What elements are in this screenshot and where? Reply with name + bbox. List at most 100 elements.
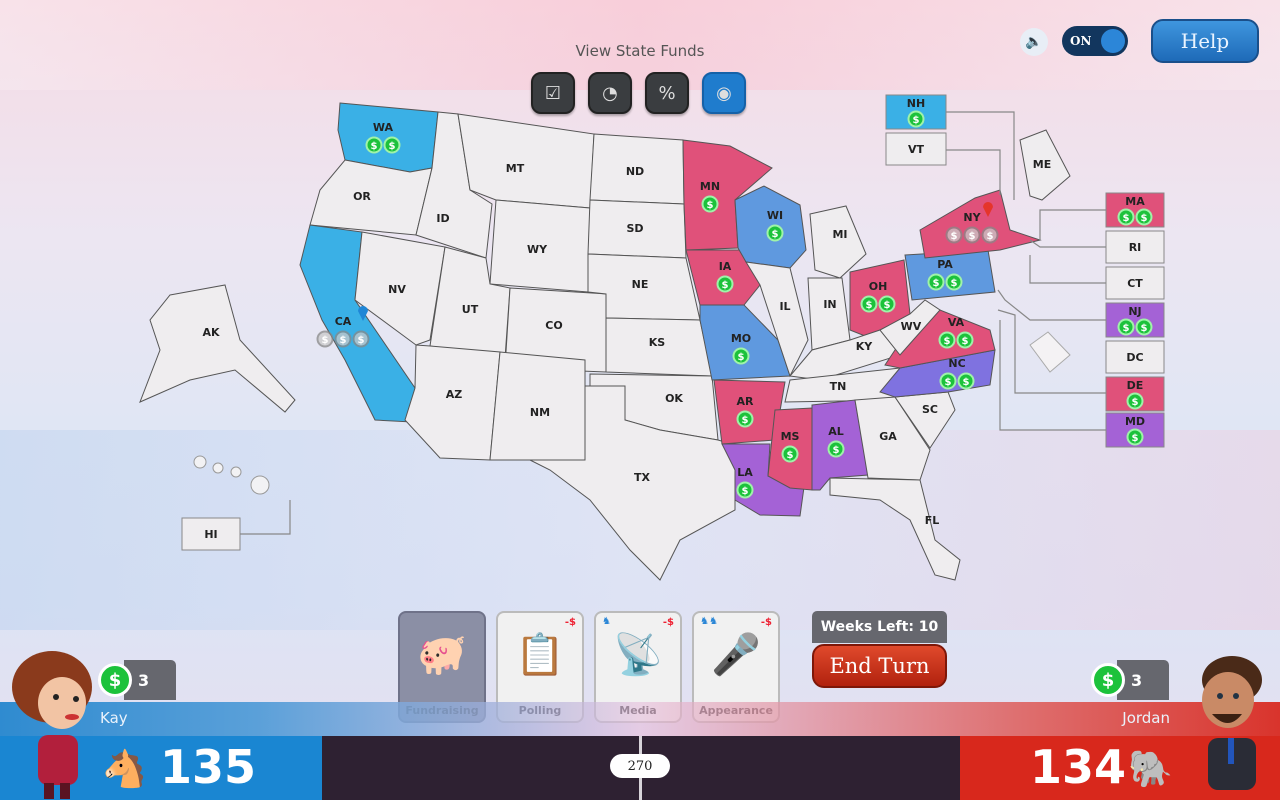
dollar-sign: $ <box>1132 433 1139 444</box>
state-label: NE <box>632 278 649 291</box>
state-label: MO <box>731 332 751 345</box>
hawaii-island <box>230 466 242 478</box>
dollar-sign: $ <box>322 335 329 346</box>
player-right-namebar <box>640 702 1280 736</box>
player-right-score: 134 <box>1030 740 1127 794</box>
dollar-sign: $ <box>389 141 396 152</box>
dollar-sign: $ <box>358 335 365 346</box>
state-fl[interactable] <box>829 477 961 581</box>
state-label: MT <box>506 162 525 175</box>
state-label: WI <box>767 209 783 222</box>
state-label: KS <box>649 336 666 349</box>
dollar-sign: $ <box>787 450 794 461</box>
state-label: LA <box>737 466 753 479</box>
state-label: UT <box>462 303 479 316</box>
dollar-sign: $ <box>951 278 958 289</box>
end-turn-button[interactable]: End Turn <box>812 644 947 688</box>
state-label: NJ <box>1128 305 1141 318</box>
goal-270-label: 270 <box>610 754 670 778</box>
state-label: FL <box>925 514 940 527</box>
state-label: VT <box>908 143 925 156</box>
state-label: MS <box>781 430 800 443</box>
leader-line <box>997 289 1106 321</box>
donkey-icon: ♞♞ <box>700 616 718 627</box>
state-az[interactable] <box>404 344 501 461</box>
avatar-kay <box>12 651 92 799</box>
state-mi[interactable] <box>809 205 867 279</box>
player-left-score: 135 <box>160 740 257 794</box>
dollar-sign: $ <box>738 352 745 363</box>
elephant-icon: 🐘 <box>1128 749 1173 790</box>
dollar-sign: $ <box>1123 213 1130 224</box>
state-label: NH <box>907 97 925 110</box>
state-label: NM <box>530 406 550 419</box>
dollar-sign: $ <box>742 415 749 426</box>
cost-icon: -$ <box>760 617 772 628</box>
weeks-left: Weeks Left: 10 <box>812 611 947 643</box>
state-label: AZ <box>446 388 463 401</box>
dollar-sign: $ <box>707 200 714 211</box>
donkey-icon: ♞ <box>602 616 611 627</box>
dollar-sign: $ <box>340 335 347 346</box>
dc-inset-shape <box>1029 331 1071 373</box>
state-label: NY <box>963 211 981 224</box>
dollar-sign: $ <box>969 231 976 242</box>
state-label: ND <box>626 165 644 178</box>
state-label: MD <box>1125 415 1145 428</box>
state-label: TN <box>830 380 847 393</box>
podium-icon: 🎤 <box>711 632 761 678</box>
state-label: MA <box>1125 195 1145 208</box>
state-label: CT <box>1127 277 1143 290</box>
satellite-dish-icon: 📡 <box>613 632 663 678</box>
hawaii-island <box>212 462 224 474</box>
leader-line <box>946 111 1015 200</box>
cost-icon: -$ <box>662 617 674 628</box>
state-label: ID <box>436 212 449 225</box>
cost-icon: -$ <box>564 617 576 628</box>
leader-line <box>1029 255 1106 284</box>
dollar-sign: $ <box>833 445 840 456</box>
state-label: OR <box>353 190 371 203</box>
state-ak[interactable] <box>139 284 296 413</box>
dollar-sign: $ <box>884 300 891 311</box>
state-label: WV <box>901 320 922 333</box>
state-ny[interactable] <box>919 189 1042 259</box>
state-label: DC <box>1126 351 1143 364</box>
state-label: MI <box>832 228 847 241</box>
state-in[interactable] <box>807 277 851 351</box>
dollar-sign: $ <box>371 141 378 152</box>
dollar-sign: $ <box>742 486 749 497</box>
player-left-name: Kay <box>100 709 128 727</box>
state-label: ME <box>1033 158 1051 171</box>
dollar-sign: $ <box>951 231 958 242</box>
state-mt[interactable] <box>457 113 595 209</box>
state-label: KY <box>856 340 874 353</box>
player-right-name: Jordan <box>1122 709 1170 727</box>
dollar-sign: $ <box>1123 323 1130 334</box>
leader-line <box>240 500 291 535</box>
state-label: AK <box>202 326 220 339</box>
dollar-sign: $ <box>1141 323 1148 334</box>
state-label: PA <box>937 258 953 271</box>
state-label: OK <box>665 392 683 405</box>
dollar-sign: $ <box>772 229 779 240</box>
state-label: NV <box>388 283 406 296</box>
dollar-sign: $ <box>1132 397 1139 408</box>
state-label: NC <box>948 357 965 370</box>
state-label: AL <box>828 425 844 438</box>
dollar-sign: $ <box>866 300 873 311</box>
state-label: MN <box>700 180 720 193</box>
state-label: IN <box>823 298 836 311</box>
player-right-funds: $ 3 <box>1091 660 1169 700</box>
state-label: DE <box>1127 379 1144 392</box>
state-label: CO <box>545 319 562 332</box>
dollar-coin-icon: $ <box>98 663 132 697</box>
dollar-coin-icon: $ <box>1091 663 1125 697</box>
donkey-icon: 🐴 <box>102 749 147 790</box>
dollar-sign: $ <box>945 377 952 388</box>
clipboard-icon: 📋 <box>515 632 565 678</box>
piggy-bank-icon: 🐖 <box>417 632 467 678</box>
dollar-sign: $ <box>987 231 994 242</box>
state-label: IL <box>779 300 790 313</box>
state-or[interactable] <box>309 159 433 236</box>
